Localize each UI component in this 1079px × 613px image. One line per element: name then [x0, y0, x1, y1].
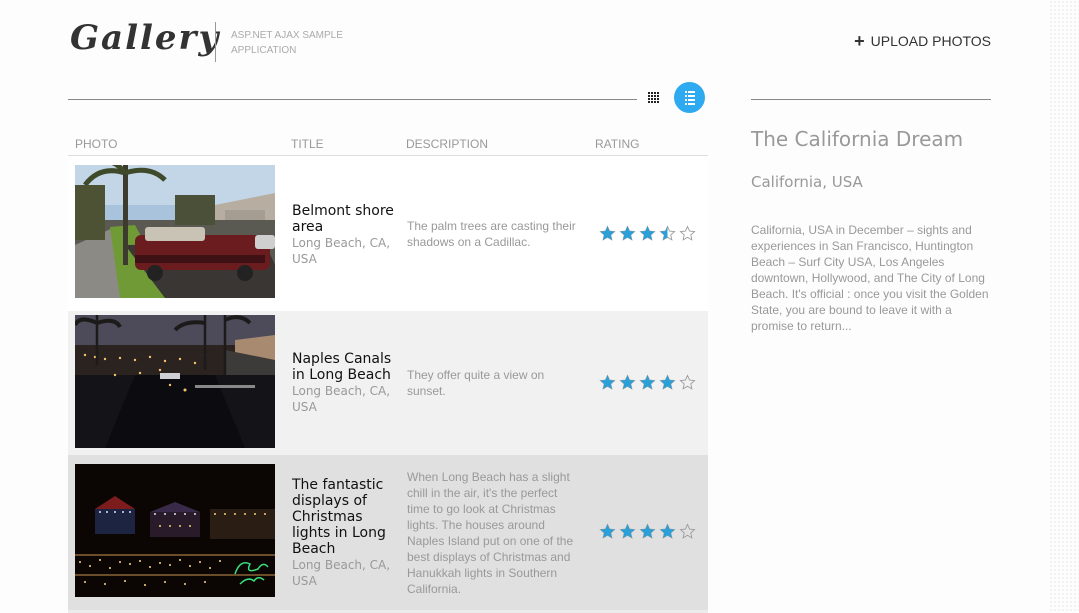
- table-row[interactable]: Belmont shore area Long Beach, CA, USA T…: [68, 156, 708, 311]
- star-full-icon[interactable]: [659, 523, 676, 540]
- sidebar-divider: [751, 99, 991, 100]
- photo-title[interactable]: Belmont shore area: [292, 203, 402, 235]
- star-full-icon[interactable]: [599, 523, 616, 540]
- toolbar-divider: [68, 99, 637, 100]
- photo-thumbnail[interactable]: [75, 165, 275, 298]
- star-full-icon[interactable]: [599, 374, 616, 391]
- star-full-icon[interactable]: [639, 523, 656, 540]
- star-full-icon[interactable]: [639, 374, 656, 391]
- gallery-page: Gallery ASP.NET AJAX SAMPLE APPLICATION …: [0, 0, 1079, 613]
- album-title: The California Dream: [751, 127, 964, 151]
- background-texture: [1049, 0, 1079, 613]
- star-full-icon[interactable]: [619, 225, 636, 242]
- star-full-icon[interactable]: [639, 225, 656, 242]
- photo-location: Long Beach, CA, USA: [292, 558, 391, 588]
- palm-trees-cadillac-photo: [75, 165, 275, 298]
- star-empty-icon[interactable]: [679, 523, 696, 540]
- column-header-title: TITLE: [291, 137, 324, 151]
- title-cell: Belmont shore area Long Beach, CA, USA: [292, 203, 402, 267]
- star-rating[interactable]: [599, 374, 696, 391]
- photo-description: The palm trees are casting their shadows…: [407, 219, 576, 249]
- star-empty-icon[interactable]: [679, 374, 696, 391]
- column-header-rating: RATING: [595, 137, 640, 151]
- app-logo[interactable]: Gallery: [70, 18, 220, 58]
- photo-description: When Long Beach has a slight chill in th…: [407, 470, 574, 596]
- column-header-photo: PHOTO: [75, 137, 118, 151]
- star-full-icon[interactable]: [619, 523, 636, 540]
- photo-location: Long Beach, CA, USA: [292, 384, 391, 414]
- photo-thumbnail[interactable]: [75, 464, 275, 597]
- list-view-icon: [684, 90, 695, 105]
- star-empty-icon[interactable]: [679, 225, 696, 242]
- naples-canals-sunset-photo: [75, 315, 275, 448]
- grid-view-button[interactable]: [648, 90, 662, 104]
- photo-thumbnail[interactable]: [75, 315, 275, 448]
- column-header-description: DESCRIPTION: [406, 137, 489, 151]
- star-rating[interactable]: [599, 225, 696, 242]
- photo-description: They offer quite a view on sunset.: [407, 368, 545, 398]
- photo-title[interactable]: The fantastic displays of Christmas ligh…: [292, 477, 402, 557]
- star-rating[interactable]: [599, 523, 696, 540]
- table-header: PHOTO TITLE DESCRIPTION RATING: [68, 128, 708, 156]
- upload-photos-label: UPLOAD PHOTOS: [870, 33, 991, 49]
- star-full-icon[interactable]: [599, 225, 616, 242]
- christmas-lights-photo: [75, 464, 275, 597]
- title-cell: The fantastic displays of Christmas ligh…: [292, 477, 402, 589]
- album-description: California, USA in December – sights and…: [751, 223, 989, 333]
- photo-table: PHOTO TITLE DESCRIPTION RATING Belmont s…: [68, 128, 708, 613]
- star-full-icon[interactable]: [619, 374, 636, 391]
- list-view-button[interactable]: [674, 82, 705, 113]
- star-half-icon[interactable]: [659, 225, 676, 242]
- grid-view-icon: [648, 92, 662, 103]
- table-row[interactable]: Naples Canals in Long Beach Long Beach, …: [68, 311, 708, 455]
- star-full-icon[interactable]: [659, 374, 676, 391]
- app-subtitle: ASP.NET AJAX SAMPLE APPLICATION: [231, 30, 343, 56]
- plus-icon: +: [854, 31, 865, 51]
- photo-location: Long Beach, CA, USA: [292, 236, 391, 266]
- photo-title[interactable]: Naples Canals in Long Beach: [292, 351, 402, 383]
- album-location: California, USA: [751, 173, 863, 191]
- title-cell: Naples Canals in Long Beach Long Beach, …: [292, 351, 402, 415]
- table-row[interactable]: The fantastic displays of Christmas ligh…: [68, 455, 708, 610]
- logo-divider: [215, 22, 216, 62]
- upload-photos-button[interactable]: + UPLOAD PHOTOS: [854, 31, 991, 51]
